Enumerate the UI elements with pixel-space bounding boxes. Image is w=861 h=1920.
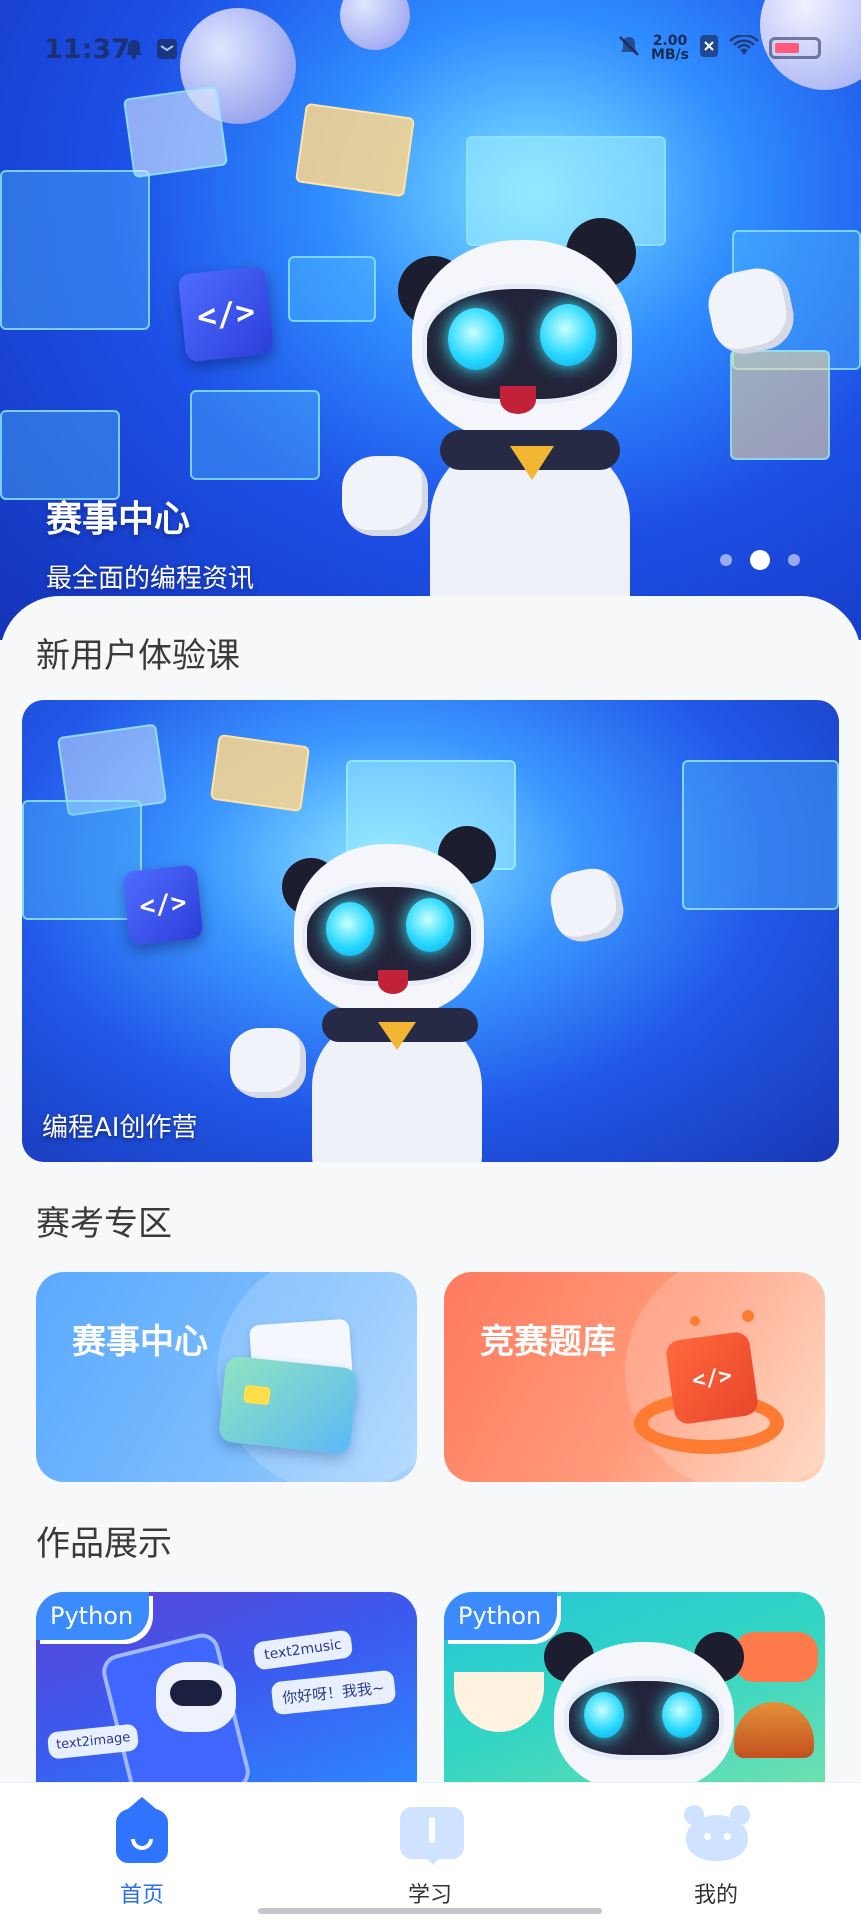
home-indicator[interactable]: [258, 1908, 602, 1914]
food-illustration: [454, 1672, 544, 1732]
language-tag: Python: [36, 1592, 150, 1640]
network-speed: 2.00 MB/s: [651, 34, 689, 62]
food-illustration: [734, 1632, 818, 1682]
carousel-indicator[interactable]: [720, 550, 800, 570]
competition-center-card[interactable]: 赛事中心: [36, 1272, 417, 1482]
tab-study[interactable]: 学习: [370, 1803, 490, 1909]
carousel-dot-active[interactable]: [750, 550, 770, 570]
work-card[interactable]: Python: [444, 1592, 825, 1782]
tab-me[interactable]: 我的: [656, 1803, 776, 1909]
food-illustration: [734, 1702, 814, 1758]
hero-subtitle: 最全面的编程资讯: [46, 564, 255, 594]
folder-icon: [217, 1318, 362, 1455]
screen-decoration: [682, 760, 839, 910]
tab-home-label: 首页: [119, 1883, 164, 1908]
panda-robot-illustration: [544, 1622, 744, 1782]
wifi-icon: [729, 34, 759, 61]
trial-card-label: 编程AI创作营: [42, 1113, 198, 1143]
section-title-exam-zone: 赛考专区: [36, 1204, 172, 1244]
tab-me-label: 我的: [693, 1883, 738, 1908]
mute-icon: [617, 34, 641, 62]
code-icon: </>: [122, 864, 204, 946]
screen-decoration: [0, 410, 120, 500]
competition-center-label: 赛事中心: [72, 1322, 208, 1362]
home-icon: [112, 1797, 172, 1863]
profile-bear-icon: [684, 1803, 750, 1863]
tab-study-label: 学习: [407, 1883, 452, 1908]
message-icon: [156, 38, 177, 60]
status-time: 11:37: [44, 34, 130, 65]
screen-decoration: [294, 102, 416, 198]
tab-home[interactable]: 首页: [82, 1797, 202, 1909]
panda-robot-illustration: [230, 810, 629, 1162]
section-title-works: 作品展示: [36, 1524, 172, 1564]
trial-course-card[interactable]: </> 编程AI创作营: [22, 700, 839, 1162]
carousel-dot[interactable]: [788, 554, 800, 566]
notification-bell-icon: [124, 38, 144, 60]
chat-bubble: text2music: [252, 1629, 354, 1671]
screen-decoration: [0, 170, 150, 330]
screen-decoration: [190, 390, 320, 480]
study-icon: [400, 1803, 464, 1865]
work-card[interactable]: text2music 你好呀！我我~ text2image Python: [36, 1592, 417, 1782]
question-bank-label: 竞赛题库: [480, 1322, 616, 1362]
robot-eyes: [170, 1680, 222, 1706]
bottom-tab-bar: 首页 学习 我的: [0, 1782, 861, 1920]
section-title-trial: 新用户体验课: [36, 636, 240, 676]
screen-decoration: [209, 733, 311, 813]
screen-decoration: [122, 85, 229, 179]
code-icon: </>: [177, 265, 275, 363]
carousel-dot[interactable]: [720, 554, 732, 566]
code-robot-icon: </>: [630, 1310, 790, 1466]
battery-icon: [769, 37, 821, 59]
hero-banner[interactable]: </> 11:37 2.00 MB/s 赛事中心 最全面的编程资讯: [0, 0, 861, 640]
question-bank-card[interactable]: 竞赛题库 </>: [444, 1272, 825, 1482]
chat-bubble: 你好呀！我我~: [270, 1669, 396, 1716]
status-bar: 11:37 2.00 MB/s: [0, 28, 861, 72]
screen-decoration: [22, 800, 142, 920]
sim-off-icon: [699, 34, 719, 62]
language-tag: Python: [444, 1592, 558, 1640]
hero-title: 赛事中心: [46, 499, 191, 540]
speed-unit: MB/s: [650, 47, 689, 63]
panda-robot-illustration: [330, 200, 800, 640]
